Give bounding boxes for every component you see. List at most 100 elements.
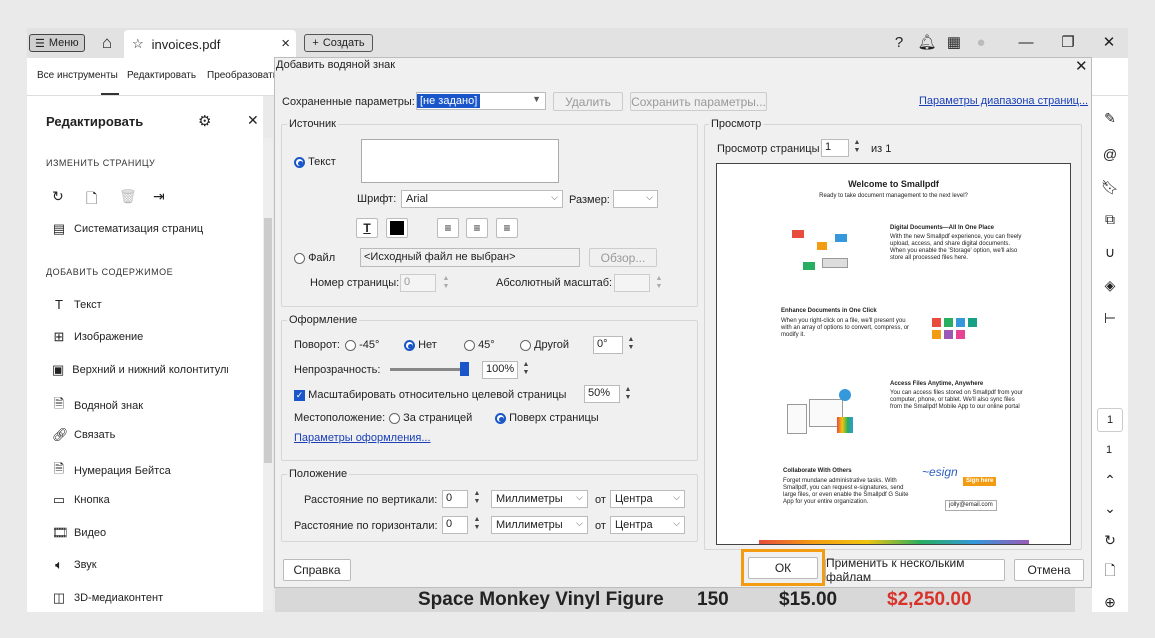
restore-icon[interactable]: ❐ bbox=[1057, 32, 1079, 54]
ok-button[interactable]: ОК bbox=[748, 557, 818, 579]
dialog-close-icon[interactable]: ✕ bbox=[1075, 57, 1088, 75]
scale-checkbox[interactable]: ✓ bbox=[294, 389, 305, 401]
behind-page-radio[interactable]: За страницей bbox=[389, 412, 472, 424]
link-item[interactable]: 🔗︎ Связать bbox=[52, 427, 115, 443]
button-item[interactable]: ▭ Кнопка bbox=[52, 492, 110, 508]
bates-item[interactable]: 🗎 Нумерация Бейтса bbox=[52, 460, 171, 482]
rotation-spinner[interactable]: ▲ ▼ bbox=[625, 336, 637, 354]
comment-icon[interactable]: ✎ bbox=[1100, 108, 1120, 128]
at-icon[interactable]: @ bbox=[1100, 144, 1120, 164]
align-center-icon[interactable]: ≡ bbox=[466, 218, 488, 238]
align-left-icon[interactable]: ≡ bbox=[437, 218, 459, 238]
tab-edit[interactable]: Редактировать bbox=[127, 70, 196, 81]
notification-icon[interactable]: 🔔︎ bbox=[916, 32, 938, 54]
font-select[interactable]: Arial ⌵ bbox=[401, 190, 563, 208]
avatar[interactable]: ● bbox=[970, 32, 992, 54]
file-radio[interactable]: Файл bbox=[294, 252, 335, 264]
scale-checkbox-row[interactable]: ✓ Масштабировать относительно целевой ст… bbox=[294, 389, 566, 401]
saved-params-select[interactable]: [не задано] ▼ bbox=[416, 92, 546, 110]
page-down-icon[interactable]: ⌄ bbox=[1100, 498, 1120, 518]
sound-item[interactable]: 🔈︎ Звук bbox=[52, 557, 96, 573]
close-window-icon[interactable]: ✕ bbox=[1098, 32, 1120, 54]
browse-button[interactable]: Обзор... bbox=[589, 248, 657, 267]
bookmark-icon[interactable]: 🔖︎ bbox=[1100, 177, 1120, 197]
pages-icon[interactable]: ⧉ bbox=[1100, 209, 1120, 229]
menu-button[interactable]: ☰ Меню bbox=[29, 34, 85, 52]
apps-grid-icon[interactable]: ▦ bbox=[943, 32, 965, 54]
star-icon[interactable]: ☆ bbox=[132, 36, 144, 52]
tab-convert[interactable]: Преобразовать bbox=[207, 70, 278, 81]
panel-scroll-thumb[interactable] bbox=[264, 218, 272, 463]
page-number-spinner[interactable]: ▲ ▼ bbox=[440, 275, 452, 293]
layers-icon[interactable]: ◈ bbox=[1100, 275, 1120, 295]
page-number-field[interactable]: 0 bbox=[400, 274, 436, 292]
refresh-icon[interactable]: ↻ bbox=[1100, 530, 1120, 550]
close-panel-icon[interactable]: ✕ bbox=[247, 112, 259, 129]
horizontal-unit-select[interactable]: Миллиметры ⌵ bbox=[491, 516, 588, 534]
create-button[interactable]: + Создать bbox=[304, 34, 373, 52]
3d-media-item[interactable]: ◫ 3D-медиаконтент bbox=[52, 590, 163, 606]
preview-page-field[interactable]: 1 bbox=[821, 139, 849, 157]
tab-invoices[interactable]: ☆ invoices.pdf × bbox=[124, 30, 296, 58]
opacity-slider-track[interactable] bbox=[390, 368, 468, 371]
color-swatch[interactable] bbox=[386, 218, 408, 238]
video-item[interactable]: 🎞︎ Видео bbox=[52, 525, 106, 541]
insert-page-icon[interactable]: 🗋 bbox=[86, 188, 97, 212]
attach-icon[interactable]: ∪ bbox=[1100, 242, 1120, 262]
appearance-title: Оформление bbox=[287, 314, 360, 326]
rotation-minus45-radio[interactable]: -45° bbox=[345, 339, 379, 351]
abs-scale-field[interactable] bbox=[614, 274, 650, 292]
apply-multiple-button[interactable]: Применить к нескольким файлам bbox=[825, 556, 1005, 584]
delete-button[interactable]: Удалить bbox=[553, 92, 623, 111]
vertical-anchor-select[interactable]: Центра ⌵ bbox=[610, 490, 685, 508]
rotation-value-field[interactable]: 0° bbox=[593, 336, 623, 354]
minimize-icon[interactable]: — bbox=[1015, 32, 1037, 54]
vertical-unit-select[interactable]: Миллиметры ⌵ bbox=[491, 490, 588, 508]
page-up-icon[interactable]: ⌃ bbox=[1100, 470, 1120, 490]
watermark-text-input[interactable] bbox=[361, 139, 559, 183]
cancel-button[interactable]: Отмена bbox=[1014, 559, 1084, 581]
horizontal-value[interactable]: 0 bbox=[442, 516, 468, 534]
save-doc-icon[interactable]: 🗋 bbox=[1100, 560, 1120, 580]
rotation-other-radio[interactable]: Другой bbox=[520, 339, 569, 351]
preview-page-spinner[interactable]: ▲ ▼ bbox=[851, 139, 863, 157]
add-text-item[interactable]: T Текст bbox=[52, 297, 102, 312]
text-radio[interactable]: Текст bbox=[294, 156, 336, 168]
add-image-item[interactable]: ⊞ Изображение bbox=[52, 329, 144, 345]
extract-page-icon[interactable]: ⇥ bbox=[153, 188, 165, 205]
opacity-value-field[interactable]: 100% bbox=[482, 361, 518, 379]
zoom-in-icon[interactable]: ⊕ bbox=[1100, 592, 1120, 612]
tab-all-tools[interactable]: Все инструменты bbox=[37, 70, 118, 81]
size-select[interactable]: ⌵ bbox=[613, 190, 658, 208]
close-tab-icon[interactable]: × bbox=[281, 35, 290, 52]
vertical-value[interactable]: 0 bbox=[442, 490, 468, 508]
watermark-item[interactable]: 🗎 Водяной знак bbox=[52, 395, 143, 417]
header-footer-item[interactable]: ▣ Верхний и нижний колонтитулы bbox=[52, 362, 228, 378]
rotate-icon[interactable]: ↻ bbox=[52, 188, 64, 205]
vertical-spinner[interactable]: ▲ ▼ bbox=[471, 490, 483, 508]
home-icon[interactable]: ⌂ bbox=[97, 33, 117, 53]
tree-icon[interactable]: ⊢ bbox=[1100, 308, 1120, 328]
save-params-button[interactable]: Сохранить параметры... bbox=[630, 92, 767, 111]
delete-page-icon[interactable]: 🗑 bbox=[119, 188, 137, 205]
underline-text-icon[interactable]: T bbox=[356, 218, 378, 238]
rotation-45-radio[interactable]: 45° bbox=[464, 339, 495, 351]
help-icon[interactable]: ? bbox=[888, 32, 910, 54]
scale-value-field[interactable]: 50% bbox=[584, 385, 620, 403]
page-range-link[interactable]: Параметры диапазона страниц... bbox=[919, 95, 1088, 107]
abs-scale-spinner[interactable]: ▲ ▼ bbox=[653, 275, 665, 293]
help-button[interactable]: Справка bbox=[283, 559, 351, 581]
organize-pages-item[interactable]: ▤ Систематизация страниц bbox=[52, 221, 203, 237]
rotation-none-radio[interactable]: Нет bbox=[404, 339, 437, 351]
on-top-radio[interactable]: Поверх страницы bbox=[495, 412, 599, 424]
scale-spinner[interactable]: ▲ ▼ bbox=[622, 386, 634, 404]
file-path-field[interactable]: <Исходный файл не выбран> bbox=[360, 248, 580, 267]
horizontal-anchor-select[interactable]: Центра ⌵ bbox=[610, 516, 685, 534]
page-number-input[interactable]: 1 bbox=[1097, 408, 1123, 432]
align-right-icon[interactable]: ≡ bbox=[496, 218, 518, 238]
opacity-spinner[interactable]: ▲ ▼ bbox=[520, 361, 532, 379]
opacity-slider-thumb[interactable] bbox=[460, 362, 469, 376]
gear-icon[interactable]: ⚙ bbox=[198, 112, 211, 130]
appearance-options-link[interactable]: Параметры оформления... bbox=[294, 432, 431, 444]
horizontal-spinner[interactable]: ▲ ▼ bbox=[471, 516, 483, 534]
